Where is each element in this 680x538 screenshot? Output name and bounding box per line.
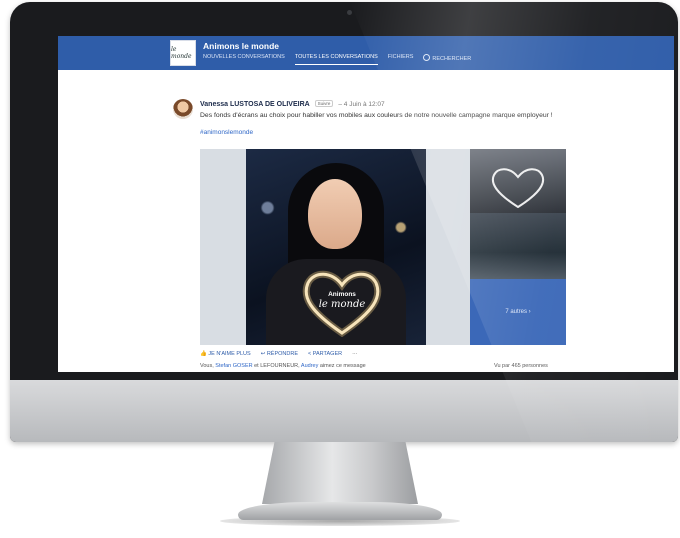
- group-title[interactable]: Animons le monde: [203, 41, 279, 51]
- post-actions: 👍 JE N'AIME PLUS ↩ RÉPONDRE < PARTAGER ·…: [200, 351, 358, 357]
- seen-by-count[interactable]: Vu par 465 personnes: [494, 363, 548, 369]
- more-photos-label: 7 autres ›: [505, 309, 531, 315]
- post-hashtag[interactable]: #animonslemonde: [200, 129, 253, 136]
- author-avatar[interactable]: [173, 99, 193, 119]
- more-photos-button[interactable]: 7 autres ›: [470, 279, 566, 345]
- tab-files[interactable]: FICHIERS: [388, 54, 414, 65]
- post-header: Vanessa LUSTOSA DE OLIVEIRA Suivre – 4 J…: [200, 100, 385, 108]
- likers-mid: et LEFOURNEUR,: [254, 363, 300, 369]
- thumbnail-heart[interactable]: [470, 149, 566, 213]
- photo-gallery: Animons le monde 7 autres ›: [200, 149, 566, 345]
- webcam: [347, 10, 352, 15]
- likers-line: Vous, Stefan GOSER et LEFOURNEUR, Audrey…: [200, 363, 366, 369]
- tab-new-conversations[interactable]: NOUVELLES CONVERSATIONS: [203, 54, 285, 65]
- post-date[interactable]: – 4 Juin à 12:07: [338, 101, 384, 108]
- unlike-button[interactable]: 👍 JE N'AIME PLUS: [200, 351, 251, 357]
- heart-text-line2: le monde: [318, 299, 366, 310]
- screen: le monde Animons le monde NOUVELLES CONV…: [58, 36, 674, 372]
- monitor-frame: le monde Animons le monde NOUVELLES CONV…: [10, 2, 680, 442]
- monitor-stand-neck: [262, 442, 418, 504]
- group-logo[interactable]: le monde: [170, 40, 196, 66]
- follow-badge[interactable]: Suivre: [314, 100, 334, 107]
- main-photo[interactable]: Animons le monde: [246, 149, 426, 345]
- more-options-button[interactable]: ···: [352, 351, 358, 357]
- liker-link[interactable]: Audrey: [301, 363, 318, 369]
- heart-text-line1: Animons: [328, 291, 356, 298]
- group-logo-text: le monde: [171, 46, 192, 60]
- tab-search-label: RECHERCHER: [432, 56, 472, 62]
- monitor-chin: [10, 380, 678, 442]
- likers-prefix: Vous,: [200, 363, 214, 369]
- liker-link[interactable]: Stefan GOSER: [215, 363, 252, 369]
- share-button[interactable]: < PARTAGER: [308, 351, 342, 357]
- small-heart-icon: [491, 168, 545, 209]
- monitor-stand-base: [238, 502, 442, 520]
- tab-all-conversations[interactable]: TOUTES LES CONVERSATIONS: [294, 54, 378, 65]
- photo-face: [308, 179, 362, 249]
- likers-suffix: aimez ce message: [319, 363, 366, 369]
- search-icon: [423, 54, 431, 61]
- reply-button[interactable]: ↩ RÉPONDRE: [261, 351, 298, 357]
- heart-light: Animons le monde: [300, 267, 384, 338]
- tab-search[interactable]: RECHERCHER: [423, 54, 471, 65]
- post-body: Des fonds d'écrans au choix pour habille…: [200, 112, 553, 119]
- author-name[interactable]: Vanessa LUSTOSA DE OLIVEIRA: [200, 101, 310, 108]
- group-header: le monde Animons le monde NOUVELLES CONV…: [58, 36, 674, 70]
- group-nav: NOUVELLES CONVERSATIONS TOUTES LES CONVE…: [203, 54, 471, 65]
- thumbnail-building[interactable]: [470, 213, 566, 279]
